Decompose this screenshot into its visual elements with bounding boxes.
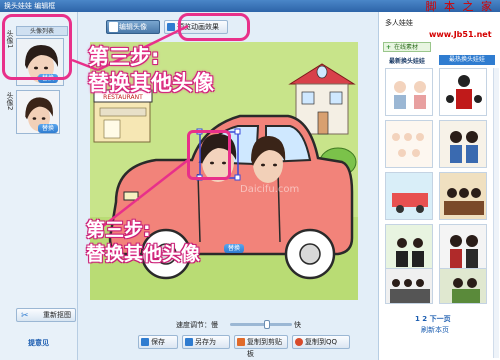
speed-label: 速度调节：慢 — [176, 321, 218, 329]
plus-icon: + — [386, 44, 392, 51]
template-thumbnail[interactable] — [385, 224, 433, 272]
template-thumbnail[interactable] — [439, 268, 487, 304]
template-image — [392, 193, 428, 213]
copy-qq-button[interactable]: 复制到QQ — [292, 335, 350, 349]
copy-qq-label: 复制到QQ — [305, 338, 338, 346]
template-thumbnail[interactable] — [385, 172, 433, 220]
step-caption-line1: 第三步: — [88, 45, 160, 69]
template-image — [394, 81, 426, 109]
template-image — [452, 278, 480, 303]
online-material-tab[interactable]: + 在线素材 — [383, 42, 431, 52]
template-thumbnail[interactable] — [439, 68, 487, 116]
template-thumbnail[interactable] — [439, 120, 487, 168]
step-caption-line2: 替换其他头像 — [88, 71, 214, 95]
template-thumbnail[interactable] — [385, 268, 433, 304]
speed-slider[interactable] — [230, 320, 292, 329]
step-caption-bottom-line2: 替换其他头像 — [86, 243, 201, 265]
copy-clipboard-button[interactable]: 复制到剪贴板 — [234, 335, 288, 358]
tab-hottest[interactable]: 最热换头娃娃 — [439, 55, 495, 65]
save-as-button[interactable]: 另存为 — [182, 335, 230, 349]
canvas-replace-button[interactable]: 替换 — [224, 244, 244, 253]
template-image — [444, 188, 484, 215]
template-image — [390, 279, 430, 303]
template-thumbnail[interactable] — [385, 120, 433, 168]
template-image — [450, 131, 478, 163]
refresh-page-link[interactable]: 刷新本页 — [421, 325, 449, 335]
save-label: 保存 — [151, 338, 165, 346]
template-pager[interactable]: 1 2 下一页 — [415, 314, 451, 324]
template-scrollbar[interactable] — [493, 68, 499, 358]
speed-fast-label: 快 — [294, 321, 301, 329]
template-panel: 多人娃娃 www.Jb51.net + 在线素材 最新换头娃娃 最热换头娃娃 1… — [378, 12, 500, 360]
online-material-label: 在线素材 — [394, 44, 419, 51]
template-thumbnail[interactable] — [439, 224, 487, 272]
template-panel-title: 多人娃娃 — [385, 19, 413, 27]
site-url-watermark: www.Jb51.net — [429, 30, 492, 39]
step-caption-bottom: 第三步: 替换其他头像 — [86, 218, 200, 266]
clipboard-icon — [237, 338, 245, 346]
tab-newest[interactable]: 最新换头娃娃 — [389, 56, 425, 65]
save-as-label: 另存为 — [195, 338, 216, 346]
save-icon — [141, 338, 149, 346]
save-button[interactable]: 保存 — [138, 335, 178, 349]
template-thumbnail[interactable] — [385, 68, 433, 116]
speed-slider-knob[interactable] — [263, 320, 270, 329]
qq-icon — [295, 338, 303, 346]
template-image — [396, 238, 424, 267]
step-caption-bottom-line1: 第三步: — [86, 219, 151, 241]
template-image — [446, 75, 482, 109]
step-caption-top: 第三步: 替换其他头像 — [88, 44, 214, 96]
template-image — [392, 133, 424, 157]
template-thumbnail[interactable] — [439, 172, 487, 220]
save-as-icon — [185, 338, 193, 346]
template-image — [450, 235, 478, 269]
